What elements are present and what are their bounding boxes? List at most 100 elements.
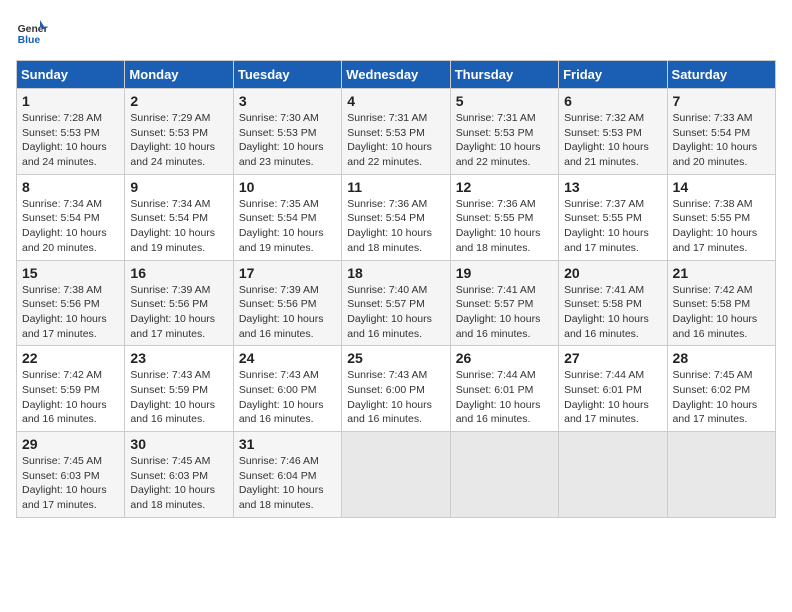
day-number: 1 <box>22 93 119 109</box>
calendar-cell: 6 Sunrise: 7:32 AM Sunset: 5:53 PM Dayli… <box>559 89 667 175</box>
day-number: 18 <box>347 265 444 281</box>
calendar-cell: 28 Sunrise: 7:45 AM Sunset: 6:02 PM Dayl… <box>667 346 775 432</box>
calendar-cell <box>667 432 775 518</box>
day-number: 24 <box>239 350 336 366</box>
calendar-week-row: 1 Sunrise: 7:28 AM Sunset: 5:53 PM Dayli… <box>17 89 776 175</box>
calendar-cell: 10 Sunrise: 7:35 AM Sunset: 5:54 PM Dayl… <box>233 174 341 260</box>
day-info: Sunrise: 7:41 AM Sunset: 5:57 PM Dayligh… <box>456 283 553 342</box>
dow-header: Sunday <box>17 61 125 89</box>
dow-header: Monday <box>125 61 233 89</box>
calendar-cell <box>559 432 667 518</box>
day-number: 2 <box>130 93 227 109</box>
calendar-week-row: 22 Sunrise: 7:42 AM Sunset: 5:59 PM Dayl… <box>17 346 776 432</box>
calendar-cell: 11 Sunrise: 7:36 AM Sunset: 5:54 PM Dayl… <box>342 174 450 260</box>
day-info: Sunrise: 7:31 AM Sunset: 5:53 PM Dayligh… <box>456 111 553 170</box>
calendar-cell: 27 Sunrise: 7:44 AM Sunset: 6:01 PM Dayl… <box>559 346 667 432</box>
calendar-cell: 3 Sunrise: 7:30 AM Sunset: 5:53 PM Dayli… <box>233 89 341 175</box>
calendar-cell: 23 Sunrise: 7:43 AM Sunset: 5:59 PM Dayl… <box>125 346 233 432</box>
calendar-cell: 8 Sunrise: 7:34 AM Sunset: 5:54 PM Dayli… <box>17 174 125 260</box>
day-info: Sunrise: 7:30 AM Sunset: 5:53 PM Dayligh… <box>239 111 336 170</box>
day-number: 23 <box>130 350 227 366</box>
day-number: 3 <box>239 93 336 109</box>
calendar-week-row: 8 Sunrise: 7:34 AM Sunset: 5:54 PM Dayli… <box>17 174 776 260</box>
day-number: 14 <box>673 179 770 195</box>
day-number: 8 <box>22 179 119 195</box>
calendar-cell: 31 Sunrise: 7:46 AM Sunset: 6:04 PM Dayl… <box>233 432 341 518</box>
day-number: 26 <box>456 350 553 366</box>
day-number: 9 <box>130 179 227 195</box>
day-info: Sunrise: 7:41 AM Sunset: 5:58 PM Dayligh… <box>564 283 661 342</box>
day-info: Sunrise: 7:34 AM Sunset: 5:54 PM Dayligh… <box>22 197 119 256</box>
day-info: Sunrise: 7:33 AM Sunset: 5:54 PM Dayligh… <box>673 111 770 170</box>
day-number: 17 <box>239 265 336 281</box>
calendar-cell: 16 Sunrise: 7:39 AM Sunset: 5:56 PM Dayl… <box>125 260 233 346</box>
day-info: Sunrise: 7:43 AM Sunset: 6:00 PM Dayligh… <box>347 368 444 427</box>
calendar-cell: 14 Sunrise: 7:38 AM Sunset: 5:55 PM Dayl… <box>667 174 775 260</box>
day-info: Sunrise: 7:43 AM Sunset: 5:59 PM Dayligh… <box>130 368 227 427</box>
day-number: 20 <box>564 265 661 281</box>
day-number: 12 <box>456 179 553 195</box>
day-number: 28 <box>673 350 770 366</box>
page-header: General Blue <box>16 16 776 48</box>
dow-header: Wednesday <box>342 61 450 89</box>
calendar-cell: 26 Sunrise: 7:44 AM Sunset: 6:01 PM Dayl… <box>450 346 558 432</box>
calendar-cell: 25 Sunrise: 7:43 AM Sunset: 6:00 PM Dayl… <box>342 346 450 432</box>
dow-header: Friday <box>559 61 667 89</box>
day-info: Sunrise: 7:45 AM Sunset: 6:03 PM Dayligh… <box>22 454 119 513</box>
dow-header: Tuesday <box>233 61 341 89</box>
day-info: Sunrise: 7:44 AM Sunset: 6:01 PM Dayligh… <box>564 368 661 427</box>
calendar-week-row: 29 Sunrise: 7:45 AM Sunset: 6:03 PM Dayl… <box>17 432 776 518</box>
day-number: 31 <box>239 436 336 452</box>
dow-header: Thursday <box>450 61 558 89</box>
svg-text:Blue: Blue <box>18 35 41 46</box>
day-number: 29 <box>22 436 119 452</box>
calendar-cell: 17 Sunrise: 7:39 AM Sunset: 5:56 PM Dayl… <box>233 260 341 346</box>
logo: General Blue <box>16 16 52 48</box>
logo-icon: General Blue <box>16 16 48 48</box>
day-number: 25 <box>347 350 444 366</box>
day-info: Sunrise: 7:38 AM Sunset: 5:55 PM Dayligh… <box>673 197 770 256</box>
calendar-cell: 1 Sunrise: 7:28 AM Sunset: 5:53 PM Dayli… <box>17 89 125 175</box>
day-info: Sunrise: 7:46 AM Sunset: 6:04 PM Dayligh… <box>239 454 336 513</box>
day-info: Sunrise: 7:42 AM Sunset: 5:58 PM Dayligh… <box>673 283 770 342</box>
day-number: 6 <box>564 93 661 109</box>
day-info: Sunrise: 7:39 AM Sunset: 5:56 PM Dayligh… <box>239 283 336 342</box>
calendar-cell: 9 Sunrise: 7:34 AM Sunset: 5:54 PM Dayli… <box>125 174 233 260</box>
day-of-week-row: SundayMondayTuesdayWednesdayThursdayFrid… <box>17 61 776 89</box>
day-number: 4 <box>347 93 444 109</box>
calendar-cell: 4 Sunrise: 7:31 AM Sunset: 5:53 PM Dayli… <box>342 89 450 175</box>
day-info: Sunrise: 7:28 AM Sunset: 5:53 PM Dayligh… <box>22 111 119 170</box>
calendar-table: SundayMondayTuesdayWednesdayThursdayFrid… <box>16 60 776 518</box>
calendar-body: 1 Sunrise: 7:28 AM Sunset: 5:53 PM Dayli… <box>17 89 776 518</box>
day-number: 7 <box>673 93 770 109</box>
calendar-cell: 15 Sunrise: 7:38 AM Sunset: 5:56 PM Dayl… <box>17 260 125 346</box>
day-number: 21 <box>673 265 770 281</box>
day-info: Sunrise: 7:42 AM Sunset: 5:59 PM Dayligh… <box>22 368 119 427</box>
calendar-cell: 22 Sunrise: 7:42 AM Sunset: 5:59 PM Dayl… <box>17 346 125 432</box>
day-info: Sunrise: 7:38 AM Sunset: 5:56 PM Dayligh… <box>22 283 119 342</box>
day-info: Sunrise: 7:40 AM Sunset: 5:57 PM Dayligh… <box>347 283 444 342</box>
day-number: 10 <box>239 179 336 195</box>
day-info: Sunrise: 7:29 AM Sunset: 5:53 PM Dayligh… <box>130 111 227 170</box>
day-info: Sunrise: 7:44 AM Sunset: 6:01 PM Dayligh… <box>456 368 553 427</box>
calendar-cell: 7 Sunrise: 7:33 AM Sunset: 5:54 PM Dayli… <box>667 89 775 175</box>
day-info: Sunrise: 7:43 AM Sunset: 6:00 PM Dayligh… <box>239 368 336 427</box>
calendar-cell: 24 Sunrise: 7:43 AM Sunset: 6:00 PM Dayl… <box>233 346 341 432</box>
calendar-week-row: 15 Sunrise: 7:38 AM Sunset: 5:56 PM Dayl… <box>17 260 776 346</box>
day-number: 22 <box>22 350 119 366</box>
day-info: Sunrise: 7:45 AM Sunset: 6:03 PM Dayligh… <box>130 454 227 513</box>
day-number: 19 <box>456 265 553 281</box>
calendar-cell: 29 Sunrise: 7:45 AM Sunset: 6:03 PM Dayl… <box>17 432 125 518</box>
day-number: 15 <box>22 265 119 281</box>
day-number: 13 <box>564 179 661 195</box>
day-number: 30 <box>130 436 227 452</box>
day-info: Sunrise: 7:35 AM Sunset: 5:54 PM Dayligh… <box>239 197 336 256</box>
day-info: Sunrise: 7:45 AM Sunset: 6:02 PM Dayligh… <box>673 368 770 427</box>
calendar-cell <box>342 432 450 518</box>
calendar-cell: 19 Sunrise: 7:41 AM Sunset: 5:57 PM Dayl… <box>450 260 558 346</box>
calendar-cell: 12 Sunrise: 7:36 AM Sunset: 5:55 PM Dayl… <box>450 174 558 260</box>
calendar-cell: 18 Sunrise: 7:40 AM Sunset: 5:57 PM Dayl… <box>342 260 450 346</box>
calendar-cell: 21 Sunrise: 7:42 AM Sunset: 5:58 PM Dayl… <box>667 260 775 346</box>
day-info: Sunrise: 7:36 AM Sunset: 5:55 PM Dayligh… <box>456 197 553 256</box>
day-info: Sunrise: 7:32 AM Sunset: 5:53 PM Dayligh… <box>564 111 661 170</box>
